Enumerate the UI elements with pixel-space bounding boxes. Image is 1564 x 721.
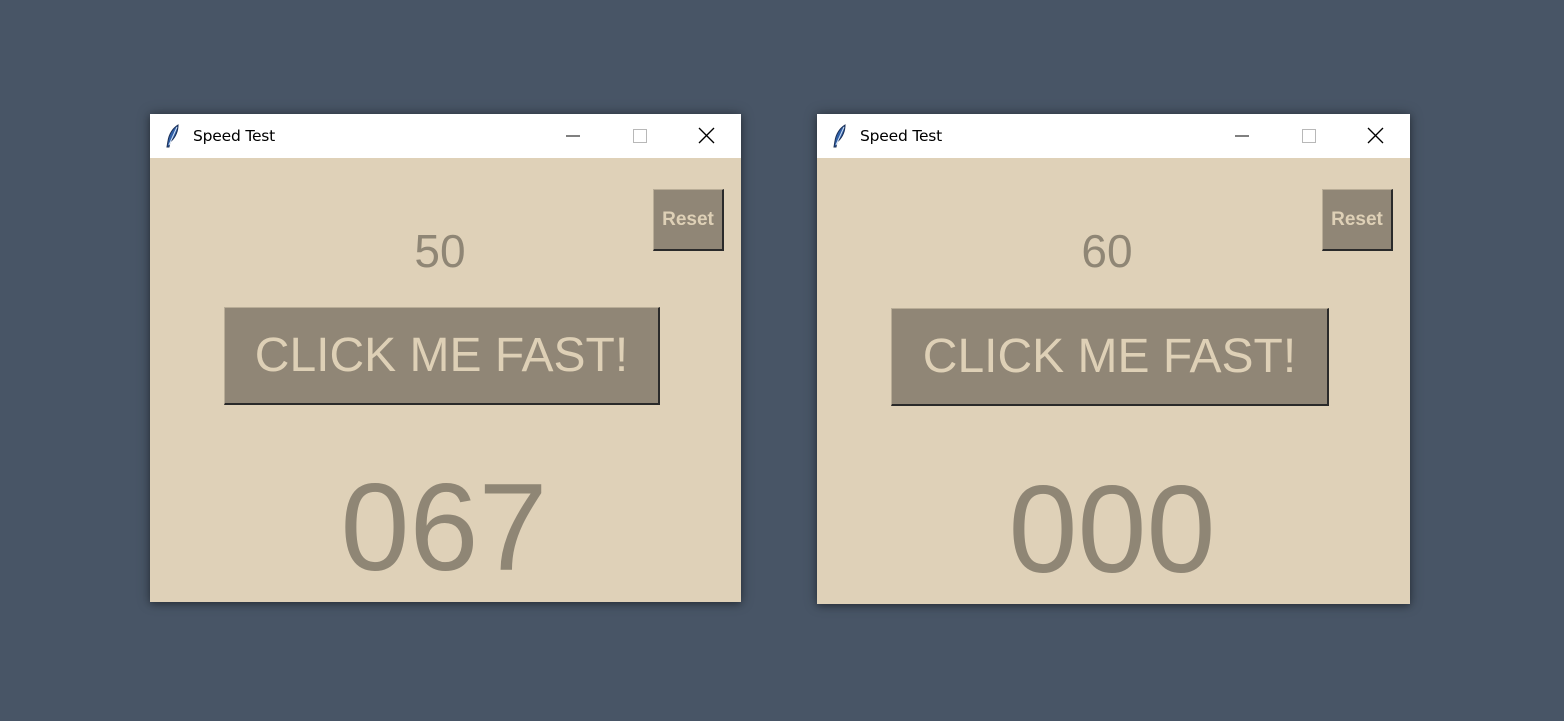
feather-icon (164, 124, 182, 148)
maximize-button[interactable] (1288, 122, 1328, 150)
window-title: Speed Test (860, 127, 943, 145)
minimize-button[interactable] (553, 122, 593, 150)
close-button[interactable] (687, 122, 727, 150)
maximize-button[interactable] (619, 122, 659, 150)
click-count-label: 000 (1008, 461, 1216, 599)
click-me-fast-button[interactable]: CLICK ME FAST! (224, 307, 660, 405)
close-icon (698, 127, 715, 144)
minimize-icon (1235, 135, 1249, 137)
close-button[interactable] (1356, 122, 1396, 150)
window-title: Speed Test (193, 127, 276, 145)
feather-icon (831, 124, 849, 148)
close-icon (1367, 127, 1384, 144)
title-bar[interactable]: Speed Test (817, 114, 1410, 158)
title-bar[interactable]: Speed Test (150, 114, 741, 158)
minimize-icon (566, 135, 580, 137)
speed-test-window-2: Speed Test Reset 60 CLICK ME FAST! 000 (817, 114, 1410, 604)
reset-button[interactable]: Reset (653, 189, 724, 251)
minimize-button[interactable] (1222, 122, 1262, 150)
maximize-icon (1302, 129, 1316, 143)
time-limit-label: 60 (1081, 225, 1133, 277)
speed-test-window-1: Speed Test Reset 50 CLICK ME FAST! 067 (150, 114, 741, 602)
click-count-label: 067 (340, 459, 548, 597)
time-limit-label: 50 (414, 225, 466, 277)
click-me-fast-button[interactable]: CLICK ME FAST! (891, 308, 1329, 406)
maximize-icon (633, 129, 647, 143)
reset-button[interactable]: Reset (1322, 189, 1393, 251)
